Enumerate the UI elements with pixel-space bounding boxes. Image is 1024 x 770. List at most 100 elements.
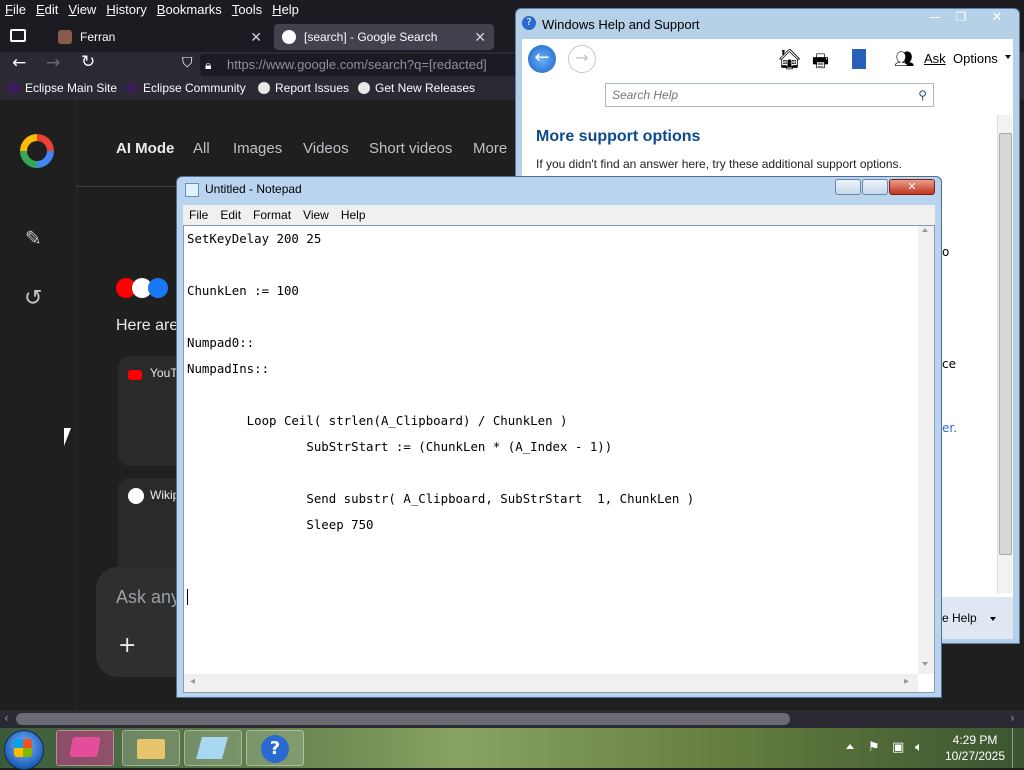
history-icon[interactable]: ↺ bbox=[24, 286, 42, 311]
home-icon[interactable]: 🏠︎ bbox=[777, 47, 802, 71]
maximize-icon[interactable] bbox=[862, 179, 888, 195]
help-search-placeholder: Search Help bbox=[612, 88, 679, 102]
google-logo-inner bbox=[27, 141, 47, 161]
show-desktop-button[interactable] bbox=[1012, 728, 1024, 768]
google-sidebar: ✎ ↺ bbox=[0, 100, 77, 710]
menu-file[interactable]: File bbox=[183, 205, 214, 222]
maximize-icon[interactable]: ❐ bbox=[950, 10, 972, 28]
tab-overview-icon[interactable] bbox=[10, 29, 26, 42]
menu-file[interactable]: File bbox=[0, 0, 31, 17]
taskbar-clock[interactable]: 4:29 PM 10/27/2025 bbox=[940, 732, 1010, 764]
bookmark-eclipse-main[interactable]: Eclipse Main Site bbox=[8, 81, 117, 95]
notepad-content[interactable]: SetKeyDelay 200 25 ChunkLen := 100 Numpa… bbox=[187, 226, 694, 590]
network-icon[interactable]: ▣ bbox=[892, 740, 904, 755]
menu-help[interactable]: Help bbox=[267, 0, 304, 17]
tab-ferran[interactable]: Ferran ✕ bbox=[50, 24, 270, 50]
menu-view[interactable]: View bbox=[297, 205, 335, 222]
facebook-icon bbox=[148, 278, 168, 298]
notepad-window: Untitled - Notepad ✕ File Edit Format View H… bbox=[176, 176, 942, 698]
url-bar[interactable]: 🔒︎ https://www.google.com/search?q=[reda… bbox=[200, 54, 520, 76]
mouse-cursor-icon bbox=[64, 428, 71, 446]
menu-edit[interactable]: Edit bbox=[31, 0, 63, 17]
help-icon: ? bbox=[261, 735, 289, 763]
clock-time: 4:29 PM bbox=[952, 733, 998, 747]
close-tab-icon[interactable]: ✕ bbox=[474, 24, 486, 50]
back-arrow-icon[interactable]: ← bbox=[12, 53, 26, 73]
tab-title: [search] - Google Search bbox=[304, 30, 438, 44]
app-icon bbox=[69, 737, 101, 757]
print-icon[interactable]: 🖶 bbox=[812, 49, 829, 79]
help-scrollbar[interactable] bbox=[997, 115, 1012, 593]
notepad-horizontal-scrollbar[interactable]: ◂ ▸ bbox=[184, 674, 918, 692]
nav-short-videos[interactable]: Short videos bbox=[369, 140, 452, 157]
bookmark-label: Eclipse Main Site bbox=[25, 81, 118, 95]
minimize-icon[interactable]: — bbox=[924, 10, 946, 28]
scroll-right-icon[interactable]: › bbox=[1010, 711, 1015, 725]
menu-help[interactable]: Help bbox=[335, 205, 372, 222]
help-ask-label[interactable]: Ask bbox=[924, 51, 946, 66]
taskbar-help[interactable]: ? bbox=[246, 730, 304, 766]
browse-help-icon[interactable] bbox=[852, 49, 866, 69]
bookmark-get-new-releases[interactable]: Get New Releases bbox=[358, 81, 475, 95]
bookmark-report-issues[interactable]: Report Issues bbox=[258, 81, 349, 95]
notepad-vertical-scrollbar[interactable] bbox=[918, 226, 934, 674]
scroll-right-icon[interactable]: ▸ bbox=[904, 676, 909, 687]
nav-videos[interactable]: Videos bbox=[303, 140, 349, 157]
google-favicon-icon bbox=[282, 30, 296, 44]
notepad-window-controls: ✕ bbox=[835, 177, 939, 197]
menu-view[interactable]: View bbox=[63, 0, 101, 17]
plus-icon[interactable]: + bbox=[118, 633, 136, 658]
browser-horizontal-scrollbar[interactable]: ‹ › bbox=[0, 710, 1024, 728]
menu-format[interactable]: Format bbox=[247, 205, 297, 222]
menu-tools[interactable]: Tools bbox=[227, 0, 267, 17]
help-options-label[interactable]: Options bbox=[953, 51, 998, 66]
scroll-down-icon[interactable] bbox=[922, 662, 928, 666]
minimize-icon[interactable] bbox=[835, 179, 861, 195]
taskbar-notepad[interactable] bbox=[184, 730, 242, 766]
nav-images[interactable]: Images bbox=[233, 140, 282, 157]
forward-arrow-icon[interactable]: → bbox=[568, 45, 596, 73]
bookmark-eclipse-community[interactable]: Eclipse Community bbox=[126, 81, 246, 95]
bookmark-label: Eclipse Community bbox=[143, 81, 246, 95]
reload-icon[interactable]: ↻ bbox=[81, 52, 95, 72]
help-heading: More support options bbox=[536, 128, 701, 145]
shield-icon[interactable]: ⛉ bbox=[182, 55, 193, 71]
youtube-icon bbox=[128, 370, 142, 380]
scrollbar-thumb[interactable] bbox=[999, 133, 1012, 555]
volume-muted-icon[interactable]: 🔈︎ bbox=[915, 740, 923, 755]
notepad-text-area[interactable]: SetKeyDelay 200 25 ChunkLen := 100 Numpa… bbox=[183, 225, 935, 693]
help-search-input[interactable]: Search Help ⚲ bbox=[605, 83, 934, 107]
text-caret bbox=[187, 589, 188, 605]
new-chat-icon[interactable]: ✎ bbox=[25, 226, 42, 250]
ask-icon[interactable]: 👥︎ bbox=[894, 49, 914, 68]
menu-history[interactable]: History bbox=[101, 0, 151, 17]
help-bottom-label[interactable]: e Help bbox=[942, 611, 977, 625]
scrollbar-thumb[interactable] bbox=[16, 713, 790, 725]
close-icon[interactable]: ✕ bbox=[982, 10, 1012, 28]
close-icon[interactable]: ✕ bbox=[889, 179, 935, 195]
scroll-left-icon[interactable]: ‹ bbox=[4, 711, 9, 725]
menu-bookmarks[interactable]: Bookmarks bbox=[152, 0, 227, 17]
scroll-up-icon[interactable] bbox=[922, 228, 928, 232]
help-title: Windows Help and Support bbox=[542, 17, 700, 32]
action-center-icon[interactable]: ⚑ bbox=[868, 740, 880, 755]
search-icon[interactable]: ⚲ bbox=[918, 84, 927, 106]
nav-ai-mode[interactable]: AI Mode bbox=[116, 140, 174, 157]
close-tab-icon[interactable]: ✕ bbox=[250, 24, 262, 50]
show-hidden-icons-icon[interactable] bbox=[846, 744, 854, 749]
chevron-down-icon bbox=[990, 617, 996, 621]
help-toolbar: ← → 🏠︎ 🖶 👥︎ Ask Options Search Help ⚲ bbox=[522, 39, 1013, 111]
help-snip: er. bbox=[942, 421, 958, 435]
nav-more[interactable]: More bbox=[473, 140, 507, 157]
help-app-icon: ? bbox=[522, 16, 536, 30]
taskbar-explorer[interactable] bbox=[122, 730, 180, 766]
nav-all[interactable]: All bbox=[193, 140, 210, 157]
taskbar-app-flag[interactable] bbox=[56, 730, 114, 766]
tab-google-search[interactable]: [search] - Google Search ✕ bbox=[274, 24, 494, 50]
github-icon bbox=[258, 82, 270, 94]
folder-icon bbox=[137, 739, 165, 759]
back-arrow-icon[interactable]: ← bbox=[528, 45, 556, 73]
forward-arrow-icon[interactable]: → bbox=[46, 53, 60, 73]
scroll-left-icon[interactable]: ◂ bbox=[190, 676, 195, 687]
menu-edit[interactable]: Edit bbox=[214, 205, 247, 222]
